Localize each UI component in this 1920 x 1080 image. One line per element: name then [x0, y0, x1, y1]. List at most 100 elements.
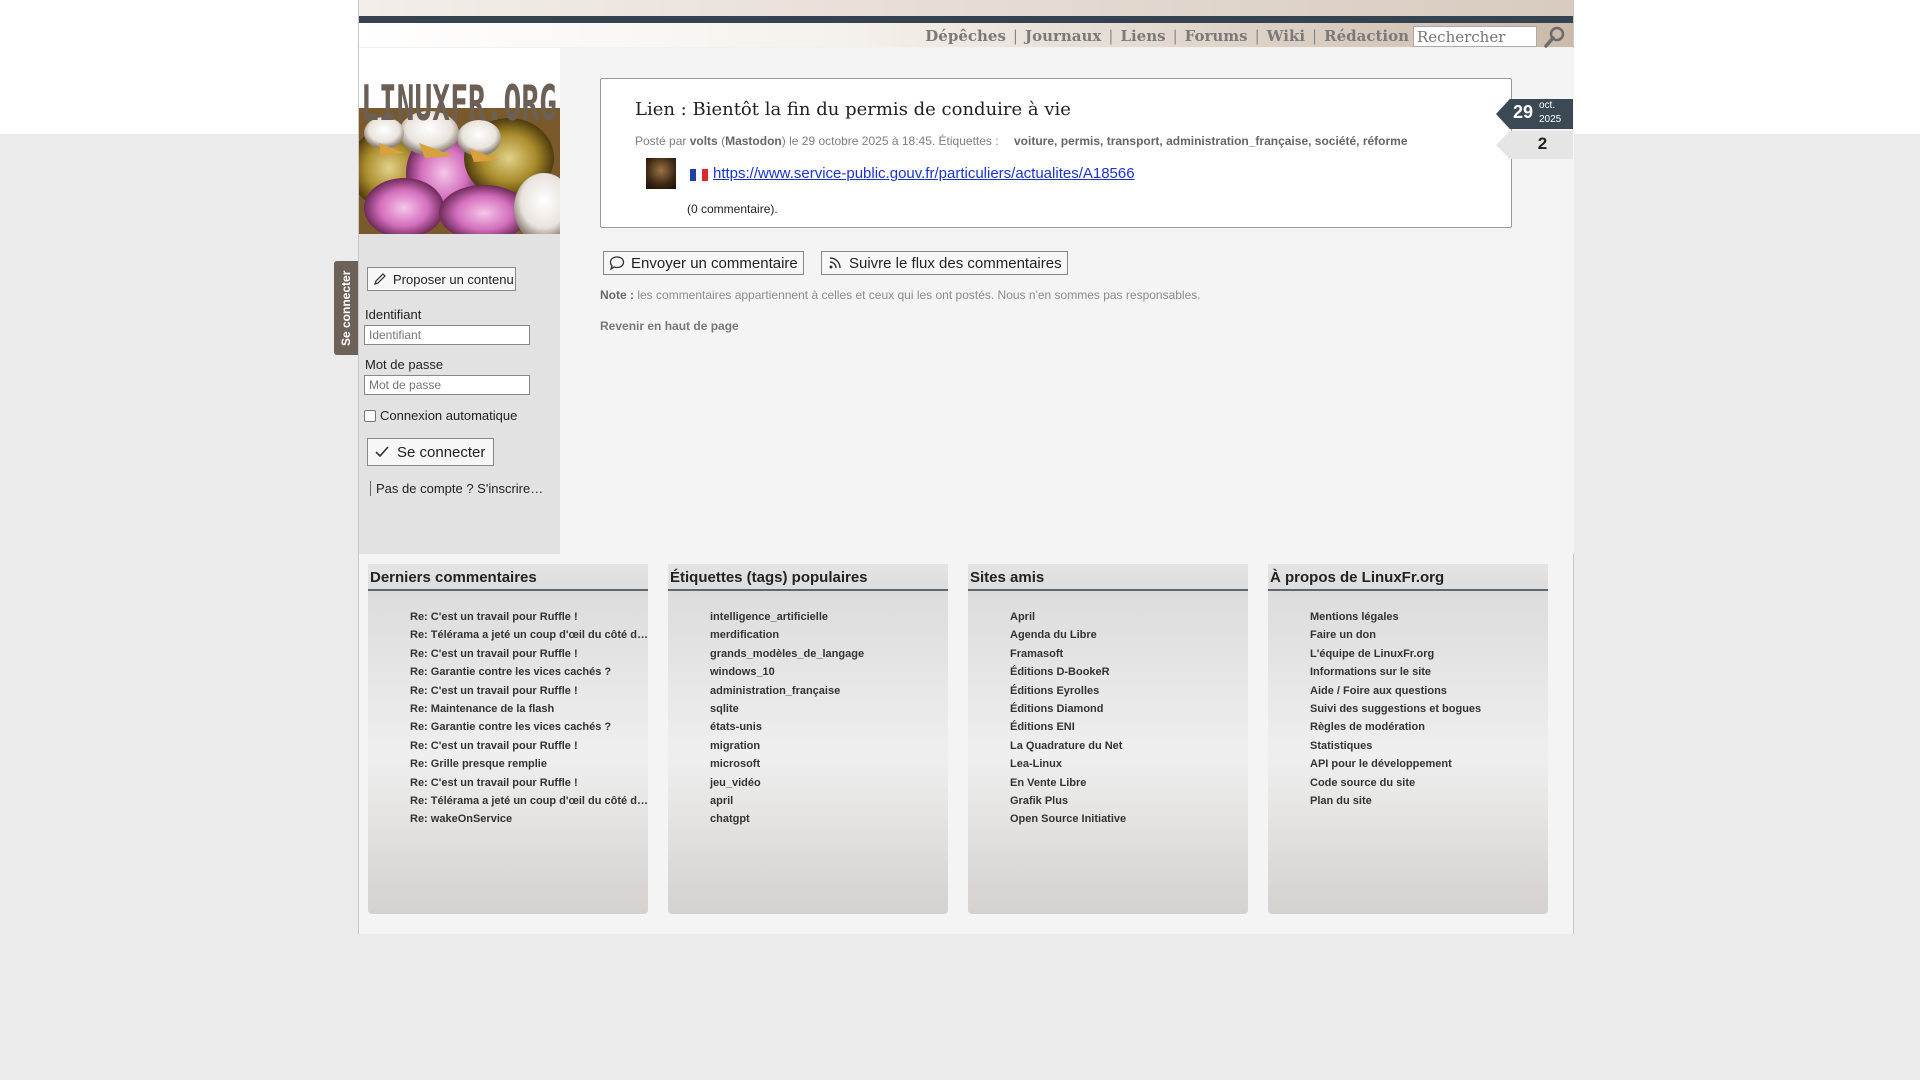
signup-link[interactable]: Pas de compte ? S'inscrire…: [370, 481, 543, 496]
list-item[interactable]: Re: Télérama a jeté un coup d'œil du côt…: [408, 626, 648, 644]
back-to-top-link[interactable]: Revenir en haut de page: [600, 319, 739, 333]
login-tab[interactable]: Se connecter: [334, 261, 358, 355]
logo-text: LINUXFR.ORG: [361, 75, 557, 132]
list-item[interactable]: april: [708, 792, 948, 810]
note-text: les commentaires appartiennent à celles …: [637, 288, 1201, 302]
list-item[interactable]: Re: C'est un travail pour Ruffle !: [408, 774, 648, 792]
list-item[interactable]: Éditions D-BookeR: [1008, 663, 1248, 681]
list-item[interactable]: Grafik Plus: [1008, 792, 1248, 810]
nav-separator: |: [1254, 27, 1260, 45]
list-item[interactable]: Statistiques: [1308, 737, 1548, 755]
list-item[interactable]: Règles de modération: [1308, 718, 1548, 736]
nav-depeches[interactable]: Dépêches: [925, 27, 1006, 45]
send-comment-button[interactable]: Envoyer un commentaire: [603, 251, 804, 275]
nav-separator: |: [1312, 27, 1318, 45]
list-item[interactable]: Agenda du Libre: [1008, 626, 1248, 644]
login-button[interactable]: Se connecter: [367, 438, 494, 466]
remember-me-checkbox[interactable]: [364, 409, 376, 422]
follow-feed-button[interactable]: Suivre le flux des commentaires: [821, 251, 1068, 275]
tag-link[interactable]: société: [1315, 134, 1356, 148]
article-meta: Posté par volts (Mastodon) le 29 octobre…: [635, 134, 999, 148]
list-item[interactable]: Aide / Foire aux questions: [1308, 682, 1548, 700]
nav-liens[interactable]: Liens: [1120, 27, 1165, 45]
tag-link[interactable]: réforme: [1363, 134, 1408, 148]
top-strip: [359, 0, 1573, 16]
list-item[interactable]: En Vente Libre: [1008, 774, 1248, 792]
list-item[interactable]: Éditions Eyrolles: [1008, 682, 1248, 700]
pencil-icon: [374, 273, 386, 285]
list-item[interactable]: Re: Garantie contre les vices cachés ?: [408, 663, 648, 681]
list-item[interactable]: Plan du site: [1308, 792, 1548, 810]
avatar: [646, 158, 676, 189]
list-item[interactable]: April: [1008, 608, 1248, 626]
list-item[interactable]: Mentions légales: [1308, 608, 1548, 626]
list-item[interactable]: Framasoft: [1008, 645, 1248, 663]
list-item[interactable]: jeu_vidéo: [708, 774, 948, 792]
list-item[interactable]: Lea-Linux: [1008, 755, 1248, 773]
list-item[interactable]: Re: wakeOnService: [408, 810, 648, 828]
follow-feed-label: Suivre le flux des commentaires: [849, 254, 1062, 272]
tag-link[interactable]: permis: [1061, 134, 1100, 148]
comment-icon: [609, 256, 625, 271]
list-item[interactable]: API pour le développement: [1308, 755, 1548, 773]
article-url-link[interactable]: https://www.service-public.gouv.fr/parti…: [713, 165, 1135, 182]
article-title: Lien : Bientôt la fin du permis de condu…: [635, 99, 1071, 120]
list-item[interactable]: états-unis: [708, 718, 948, 736]
list-item[interactable]: Éditions Diamond: [1008, 700, 1248, 718]
search-input[interactable]: [1413, 26, 1537, 47]
nav-forums[interactable]: Forums: [1185, 27, 1248, 45]
list-item[interactable]: Faire un don: [1308, 626, 1548, 644]
footer-column-title: Derniers commentaires: [368, 564, 648, 591]
list-item[interactable]: Informations sur le site: [1308, 663, 1548, 681]
check-icon: [375, 446, 389, 458]
page-container: Dépêches | Journaux | Liens | Forums | Wiki |…: [334, 0, 1574, 934]
nav-redaction[interactable]: Rédaction: [1324, 27, 1409, 45]
list-item[interactable]: Re: Garantie contre les vices cachés ?: [408, 718, 648, 736]
list-item[interactable]: Re: C'est un travail pour Ruffle !: [408, 645, 648, 663]
list-item[interactable]: Code source du site: [1308, 774, 1548, 792]
tag-link[interactable]: transport: [1107, 134, 1160, 148]
search-icon[interactable]: [1543, 25, 1567, 49]
list-item[interactable]: Éditions ENI: [1008, 718, 1248, 736]
list-item[interactable]: L'équipe de LinuxFr.org: [1308, 645, 1548, 663]
author-link[interactable]: volts: [690, 134, 718, 148]
footer-column-latest-comments: Derniers commentaires Re: C'est un trava…: [368, 564, 648, 914]
list-item[interactable]: intelligence_artificielle: [708, 608, 948, 626]
nav-journaux[interactable]: Journaux: [1025, 27, 1101, 45]
list-item[interactable]: Re: Maintenance de la flash: [408, 700, 648, 718]
post-date: le 29 octobre 2025 à 18:45. Étiquettes :: [789, 134, 999, 148]
list-item[interactable]: Re: C'est un travail pour Ruffle !: [408, 737, 648, 755]
list-item[interactable]: sqlite: [708, 700, 948, 718]
password-field[interactable]: [364, 375, 530, 395]
list-item[interactable]: Re: Télérama a jeté un coup d'œil du côt…: [408, 792, 648, 810]
date-month: oct.: [1539, 100, 1556, 111]
top-line: [359, 16, 1573, 23]
tag-link[interactable]: voiture: [1014, 134, 1054, 148]
list-item[interactable]: Re: C'est un travail pour Ruffle !: [408, 682, 648, 700]
list-item[interactable]: Re: C'est un travail pour Ruffle !: [408, 608, 648, 626]
login-field[interactable]: [364, 325, 530, 345]
list-item[interactable]: Suivi des suggestions et bogues: [1308, 700, 1548, 718]
send-comment-label: Envoyer un commentaire: [631, 254, 798, 272]
footer-column-about: À propos de LinuxFr.org Mentions légales…: [1268, 564, 1548, 914]
author-network-link[interactable]: Mastodon: [725, 134, 782, 148]
date-month-year: oct. 2025: [1539, 99, 1561, 127]
list-item[interactable]: microsoft: [708, 755, 948, 773]
list-item[interactable]: La Quadrature du Net: [1008, 737, 1248, 755]
date-day: 29: [1513, 102, 1534, 122]
list-item[interactable]: chatgpt: [708, 810, 948, 828]
list-item[interactable]: administration_française: [708, 682, 948, 700]
list-item[interactable]: windows_10: [708, 663, 948, 681]
comment-count[interactable]: (0 commentaire).: [687, 202, 778, 216]
tag-link[interactable]: administration_française: [1166, 134, 1308, 148]
list-item[interactable]: Open Source Initiative: [1008, 810, 1248, 828]
list-item[interactable]: Re: Grille presque remplie: [408, 755, 648, 773]
list-item[interactable]: grands_modèles_de_langage: [708, 645, 948, 663]
date-year: 2025: [1539, 114, 1562, 125]
list-item[interactable]: merdification: [708, 626, 948, 644]
score-value: 2: [1537, 134, 1548, 153]
nav-wiki[interactable]: Wiki: [1267, 27, 1305, 45]
propose-content-button[interactable]: Proposer un contenu: [367, 267, 516, 291]
list-item[interactable]: migration: [708, 737, 948, 755]
site-logo[interactable]: LINUXFR.ORG: [359, 48, 560, 234]
